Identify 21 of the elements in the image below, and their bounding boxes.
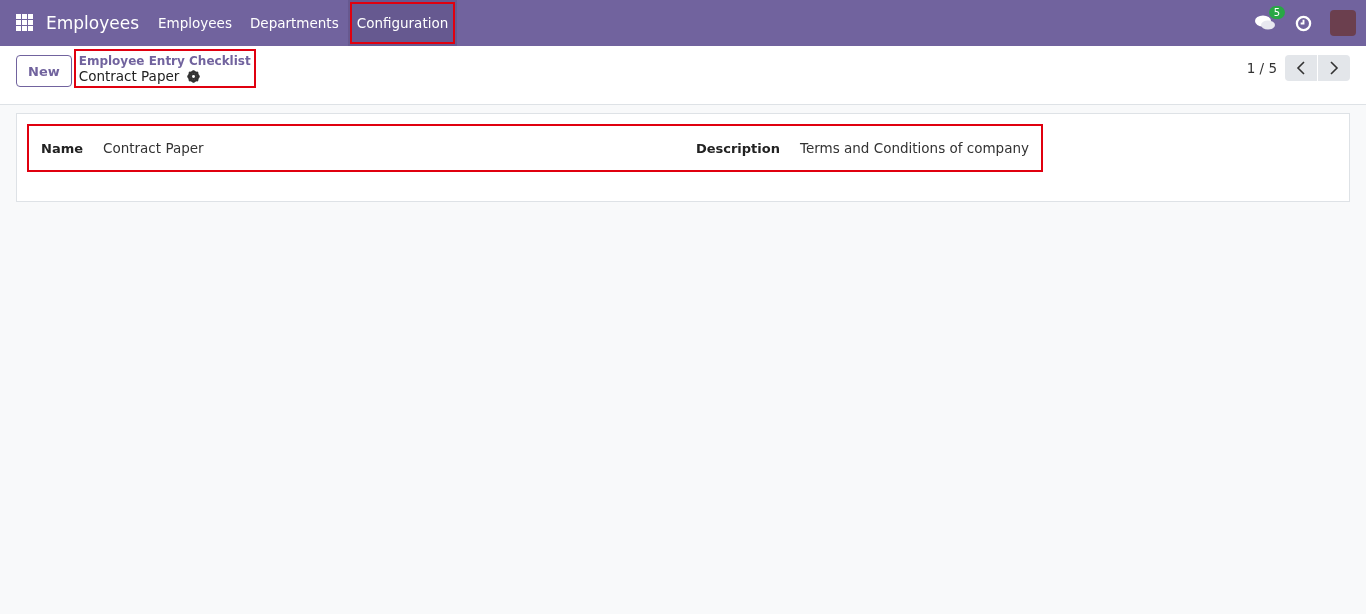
field-value[interactable]: Contract Paper xyxy=(103,140,204,156)
menu-item[interactable]: Employees xyxy=(149,0,241,46)
chevron-right-icon xyxy=(1329,61,1339,75)
next-button[interactable] xyxy=(1318,55,1350,81)
clock-icon[interactable] xyxy=(1295,14,1312,32)
chat-icon[interactable] xyxy=(1255,15,1275,31)
app-title: Employees xyxy=(46,13,140,33)
field-label: Description xyxy=(695,140,780,156)
chevron-left-icon xyxy=(1296,61,1306,75)
gear-icon[interactable] xyxy=(187,69,201,83)
previous-button[interactable] xyxy=(1285,55,1317,81)
pager-counter: 1 / 5 xyxy=(1246,60,1277,76)
menu-item[interactable]: Configuration xyxy=(347,0,458,46)
field-label: Name xyxy=(41,140,83,156)
field-value[interactable]: Terms and Conditions of company xyxy=(800,140,1029,156)
message-count-badge: 5 xyxy=(1268,6,1285,19)
app-grid-icon[interactable] xyxy=(16,14,34,32)
record-title: Contract Paper xyxy=(78,68,180,84)
breadcrumb-link[interactable]: Employee Entry Checklist xyxy=(78,54,251,68)
new-button[interactable]: New xyxy=(16,55,72,87)
menu-item[interactable]: Departments xyxy=(240,0,348,46)
